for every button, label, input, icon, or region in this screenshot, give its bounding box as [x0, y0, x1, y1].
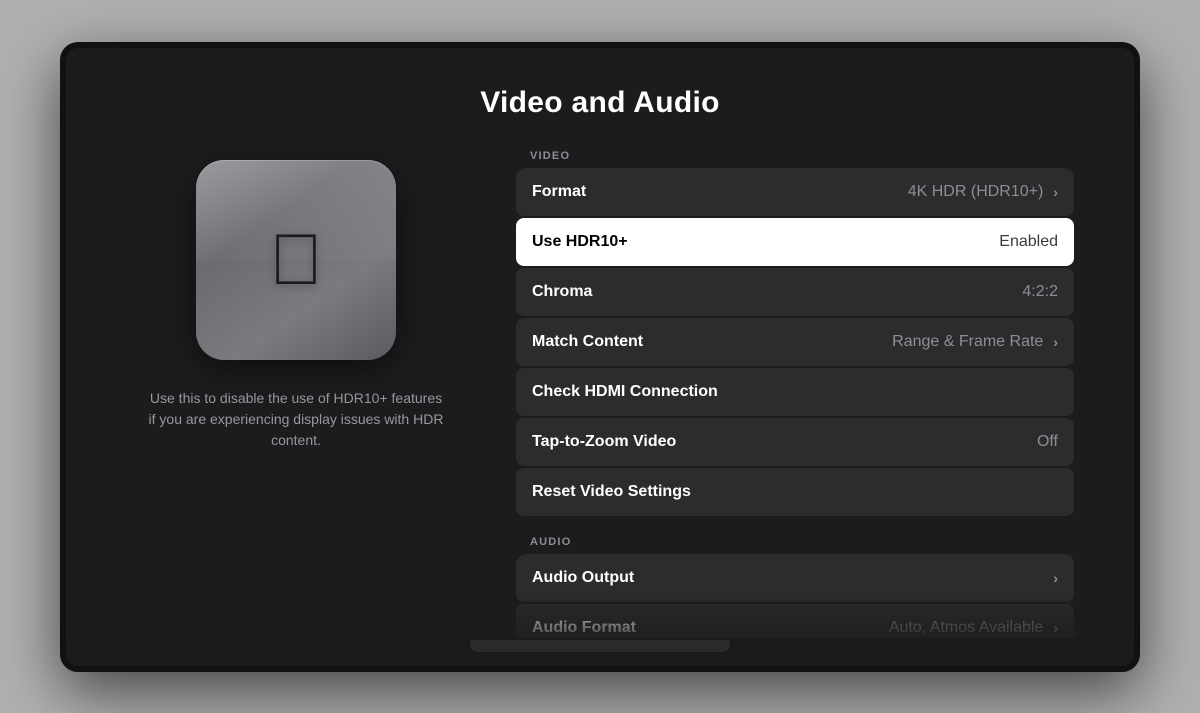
left-panel:  Use this to disable the use of HDR10+ …: [126, 150, 466, 638]
mac-mini-image: : [196, 160, 396, 360]
format-item[interactable]: Format 4K HDR (HDR10+) ›: [516, 168, 1074, 216]
format-label: Format: [532, 183, 908, 201]
audio-settings-group: AUDIO Audio Output › Audio Format Auto, …: [516, 536, 1074, 638]
audio-format-chevron-icon: ›: [1053, 620, 1058, 636]
check-hdmi-label: Check HDMI Connection: [532, 383, 1058, 401]
chroma-right: 4:2:2: [1022, 283, 1058, 301]
format-chevron-icon: ›: [1053, 184, 1058, 200]
audio-format-label: Audio Format: [532, 619, 889, 637]
tap-zoom-right: Off: [1037, 433, 1058, 451]
tv-stand: [470, 640, 730, 652]
match-content-item[interactable]: Match Content Range & Frame Rate ›: [516, 318, 1074, 366]
audio-settings-list: Audio Output › Audio Format Auto, Atmos …: [516, 554, 1074, 638]
video-settings-list: Format 4K HDR (HDR10+) › Use HDR10+ Enab…: [516, 168, 1074, 518]
content-area:  Use this to disable the use of HDR10+ …: [66, 150, 1134, 638]
tv-display: Video and Audio  Use this to disable th…: [60, 42, 1140, 672]
tv-screen: Video and Audio  Use this to disable th…: [66, 48, 1134, 638]
match-content-chevron-icon: ›: [1053, 334, 1058, 350]
audio-section-label: AUDIO: [516, 536, 1074, 548]
chroma-value: 4:2:2: [1022, 283, 1058, 301]
tap-zoom-item[interactable]: Tap-to-Zoom Video Off: [516, 418, 1074, 466]
match-content-right: Range & Frame Rate ›: [892, 333, 1058, 351]
audio-output-chevron-icon: ›: [1053, 570, 1058, 586]
apple-logo-icon: : [269, 224, 323, 296]
check-hdmi-item[interactable]: Check HDMI Connection: [516, 368, 1074, 416]
hdr10plus-item[interactable]: Use HDR10+ Enabled: [516, 218, 1074, 266]
page-title: Video and Audio: [480, 86, 720, 120]
chroma-label: Chroma: [532, 283, 1022, 301]
match-content-value: Range & Frame Rate: [892, 333, 1043, 351]
hdr10plus-right: Enabled: [999, 233, 1058, 251]
tap-zoom-value: Off: [1037, 433, 1058, 451]
hdr10plus-value: Enabled: [999, 233, 1058, 251]
format-value: 4K HDR (HDR10+): [908, 183, 1044, 201]
tap-zoom-label: Tap-to-Zoom Video: [532, 433, 1037, 451]
description-text: Use this to disable the use of HDR10+ fe…: [146, 388, 446, 451]
right-panel: VIDEO Format 4K HDR (HDR10+) › Use HDR10…: [516, 150, 1074, 638]
match-content-label: Match Content: [532, 333, 892, 351]
video-settings-group: VIDEO Format 4K HDR (HDR10+) › Use HDR10…: [516, 150, 1074, 518]
reset-video-item[interactable]: Reset Video Settings: [516, 468, 1074, 516]
audio-output-right: ›: [1049, 570, 1058, 586]
chroma-item[interactable]: Chroma 4:2:2: [516, 268, 1074, 316]
audio-output-item[interactable]: Audio Output ›: [516, 554, 1074, 602]
video-section-label: VIDEO: [516, 150, 1074, 162]
audio-format-item[interactable]: Audio Format Auto, Atmos Available ›: [516, 604, 1074, 638]
format-right: 4K HDR (HDR10+) ›: [908, 183, 1058, 201]
audio-format-right: Auto, Atmos Available ›: [889, 619, 1058, 637]
reset-video-label: Reset Video Settings: [532, 483, 1058, 501]
audio-format-value: Auto, Atmos Available: [889, 619, 1043, 637]
audio-output-label: Audio Output: [532, 569, 1049, 587]
hdr10plus-label: Use HDR10+: [532, 233, 999, 251]
